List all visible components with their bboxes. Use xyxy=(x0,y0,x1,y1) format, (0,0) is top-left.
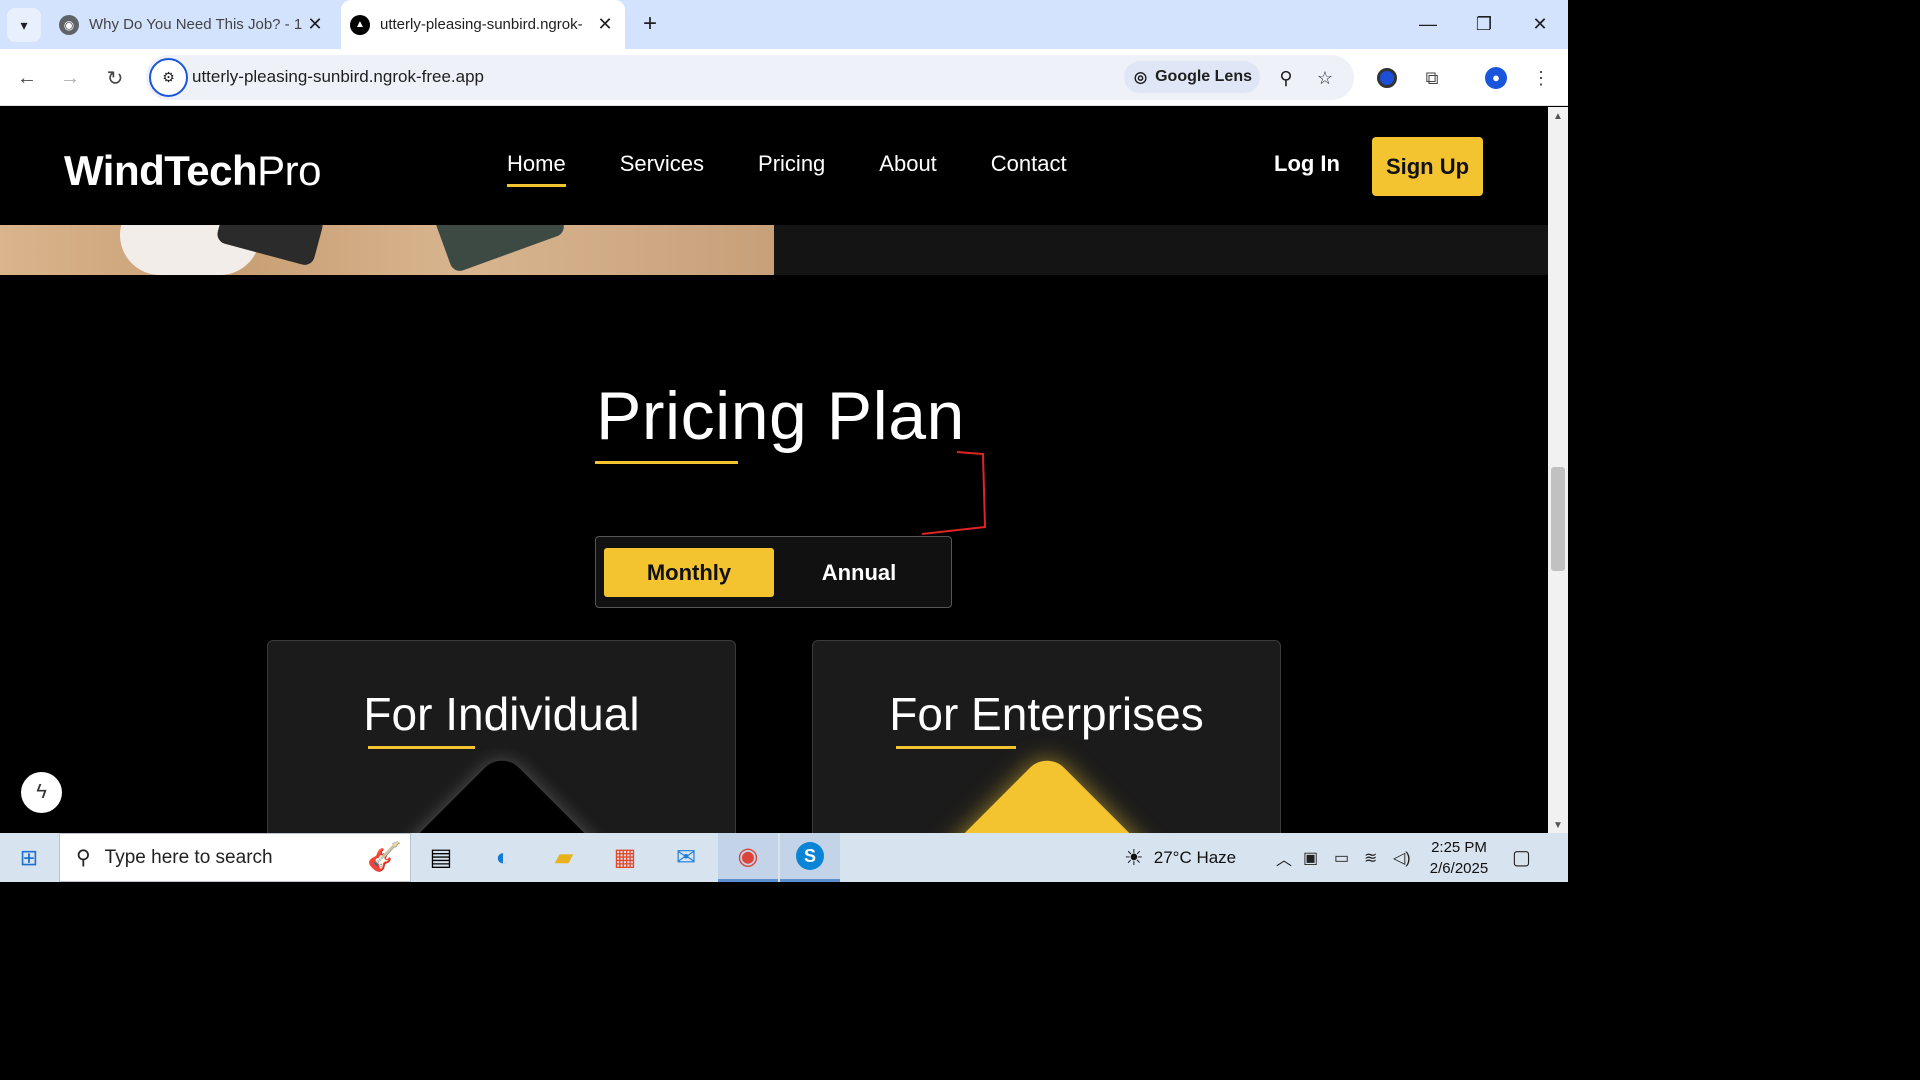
taskbar-clock[interactable]: 2:25 PM 2/6/2025 xyxy=(1424,837,1494,879)
chevron-down-icon: ▾ xyxy=(20,16,28,33)
pricing-card-enterprises: For Enterprises xyxy=(812,640,1281,833)
nav-home[interactable]: Home xyxy=(507,151,566,187)
monthly-toggle-button[interactable]: Monthly xyxy=(604,548,774,597)
tab-title: utterly-pleasing-sunbird.ngrok- xyxy=(380,16,583,33)
hero-image xyxy=(0,225,774,275)
weather-text: 27°C Haze xyxy=(1153,847,1237,867)
card-title-underline xyxy=(368,746,475,749)
scroll-up-icon[interactable]: ▲ xyxy=(1548,111,1568,122)
weather-haze-icon: ☀ xyxy=(1124,844,1144,870)
signup-button[interactable]: Sign Up xyxy=(1372,137,1483,196)
camera-icon: ◎ xyxy=(1134,69,1148,86)
guitar-icon: 🎸 xyxy=(367,841,402,872)
pricing-title: Pricing Plan xyxy=(596,378,965,454)
billing-toggle: Monthly Annual xyxy=(595,536,952,608)
store-icon[interactable]: ▦ xyxy=(595,833,655,882)
nav-pricing[interactable]: Pricing xyxy=(758,151,825,183)
close-window-button[interactable]: ✕ xyxy=(1512,0,1568,49)
file-explorer-icon[interactable]: ▰ xyxy=(534,833,594,882)
extension-avatar-icon[interactable] xyxy=(1372,63,1402,93)
extensions-puzzle-icon[interactable]: ⧉ xyxy=(1417,63,1447,93)
arrow-left-icon: ← xyxy=(17,66,37,89)
site-logo[interactable]: WindTechPro xyxy=(64,147,322,195)
reload-button[interactable]: ↻ xyxy=(98,61,132,95)
restore-button[interactable]: ❐ xyxy=(1456,0,1512,49)
site-info-button[interactable]: ⚙ xyxy=(149,58,188,97)
clock-time: 2:25 PM xyxy=(1431,839,1487,856)
taskbar-search[interactable]: ⚲ Type here to search 🎸 xyxy=(59,833,411,882)
notification-icon[interactable]: ▢ xyxy=(1512,845,1531,870)
tray-app-icon[interactable]: ▣ xyxy=(1303,833,1318,882)
mail-icon[interactable]: ✉ xyxy=(656,833,716,882)
tab-strip: ▾ ◉ Why Do You Need This Job? - 1 ✕ ▲ ut… xyxy=(0,0,1568,49)
annotation-mark xyxy=(921,451,987,535)
windows-start-icon[interactable]: ⊞ xyxy=(0,833,58,882)
plan-icon-shape xyxy=(926,750,1167,833)
browser-tab-1[interactable]: ◉ Why Do You Need This Job? - 1 ✕ xyxy=(50,0,335,49)
menu-kebab-icon[interactable]: ⋮ xyxy=(1526,63,1556,93)
profile-icon[interactable]: ● xyxy=(1481,63,1511,93)
edge-icon[interactable]: ◐ xyxy=(473,833,533,882)
google-lens-button[interactable]: ◎ Google Lens xyxy=(1124,61,1260,93)
page-scrollbar[interactable]: ▲ ▼ xyxy=(1548,107,1568,833)
hero-text-panel xyxy=(774,225,1548,275)
minimize-button[interactable]: — xyxy=(1400,0,1456,49)
google-lens-label: Google Lens xyxy=(1155,68,1252,85)
wifi-icon[interactable]: ≋ xyxy=(1364,833,1377,882)
browser-toolbar: ← → ↻ ⚙ utterly-pleasing-sunbird.ngrok-f… xyxy=(0,49,1568,106)
forward-button[interactable]: → xyxy=(53,61,87,95)
bookmark-star-icon[interactable]: ☆ xyxy=(1312,65,1338,91)
scroll-down-icon[interactable]: ▼ xyxy=(1548,820,1568,831)
back-button[interactable]: ← xyxy=(10,61,44,95)
tray-chevron-up-icon[interactable]: ︿ xyxy=(1276,833,1292,882)
chrome-icon[interactable]: ◉ xyxy=(718,833,778,882)
new-tab-button[interactable]: + xyxy=(636,10,664,38)
tune-icon: ⚙ xyxy=(162,69,175,85)
pricing-card-individual: For Individual xyxy=(267,640,736,833)
annual-toggle-button[interactable]: Annual xyxy=(774,548,944,597)
url-text[interactable]: utterly-pleasing-sunbird.ngrok-free.app xyxy=(192,67,484,87)
search-icon: ⚲ xyxy=(76,847,91,869)
zoom-icon[interactable]: ⚲ xyxy=(1273,65,1299,91)
clock-date: 2/6/2025 xyxy=(1429,860,1489,877)
browser-tab-2[interactable]: ▲ utterly-pleasing-sunbird.ngrok- ✕ xyxy=(341,0,625,49)
title-underline xyxy=(595,461,738,464)
scrollbar-thumb[interactable] xyxy=(1551,467,1565,571)
logo-light-text: Pro xyxy=(257,147,322,194)
card-title: For Enterprises xyxy=(889,688,1204,740)
arrow-right-icon: → xyxy=(60,66,80,89)
reload-icon: ↻ xyxy=(106,67,124,90)
volume-icon[interactable]: ◁) xyxy=(1393,833,1411,882)
search-placeholder: Type here to search xyxy=(104,846,273,868)
page-viewport: WindTechPro Home Services Pricing About … xyxy=(0,107,1548,833)
card-title-underline xyxy=(896,746,1016,749)
task-view-icon[interactable]: ▤ xyxy=(411,833,471,882)
skype-icon[interactable]: S xyxy=(780,833,840,882)
lightning-icon[interactable]: ϟ xyxy=(21,772,62,813)
nav-about[interactable]: About xyxy=(879,151,937,183)
battery-icon[interactable]: ▭ xyxy=(1334,833,1349,882)
close-tab-icon[interactable]: ✕ xyxy=(593,14,617,35)
os-taskbar: ⊞ ⚲ Type here to search 🎸 ▤ ◐ ▰ ▦ ✉ ◉ S … xyxy=(0,833,1568,882)
weather-widget[interactable]: ☀ 27°C Haze xyxy=(1124,833,1236,882)
card-title: For Individual xyxy=(363,688,640,740)
address-bar[interactable]: ⚙ utterly-pleasing-sunbird.ngrok-free.ap… xyxy=(146,55,1354,100)
close-tab-icon[interactable]: ✕ xyxy=(303,14,327,35)
logo-bold-text: WindTech xyxy=(64,147,258,194)
tab-title: Why Do You Need This Job? - 1 xyxy=(89,16,303,33)
main-nav: Home Services Pricing About Contact xyxy=(507,151,1067,187)
plan-icon-shape xyxy=(381,750,622,833)
tab-search-button[interactable]: ▾ xyxy=(7,8,41,42)
login-link[interactable]: Log In xyxy=(1274,151,1340,177)
site-header: WindTechPro Home Services Pricing About … xyxy=(0,107,1548,225)
nav-contact[interactable]: Contact xyxy=(991,151,1067,183)
nav-services[interactable]: Services xyxy=(620,151,704,183)
globe-icon: ◉ xyxy=(59,14,79,35)
triangle-logo-icon: ▲ xyxy=(350,14,370,35)
